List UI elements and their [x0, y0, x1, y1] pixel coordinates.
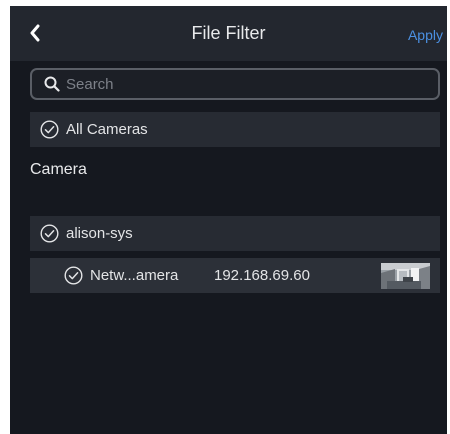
checkmark-circle-icon: [40, 224, 59, 243]
camera-name: Netw...amera: [90, 267, 179, 284]
all-cameras-item[interactable]: All Cameras: [30, 112, 440, 147]
checkmark-circle-icon: [64, 266, 83, 285]
apply-button[interactable]: Apply: [408, 27, 443, 43]
search-input[interactable]: [66, 75, 426, 93]
file-filter-screen: File Filter Apply All Cameras Camera ali…: [10, 6, 447, 434]
checkmark-circle-icon: [40, 120, 59, 139]
camera-section-title: Camera: [30, 161, 87, 178]
group-label: alison-sys: [66, 225, 133, 242]
camera-item[interactable]: Netw...amera 192.168.69.60: [30, 258, 440, 293]
page-title: File Filter: [191, 23, 266, 43]
search-icon: [44, 76, 60, 92]
search-bar[interactable]: [30, 68, 440, 100]
group-item-alison-sys[interactable]: alison-sys: [30, 216, 440, 251]
camera-thumbnail: [381, 263, 430, 289]
camera-ip: 192.168.69.60: [214, 267, 310, 284]
all-cameras-label: All Cameras: [66, 121, 148, 138]
navigation-bar: File Filter Apply: [10, 6, 447, 61]
